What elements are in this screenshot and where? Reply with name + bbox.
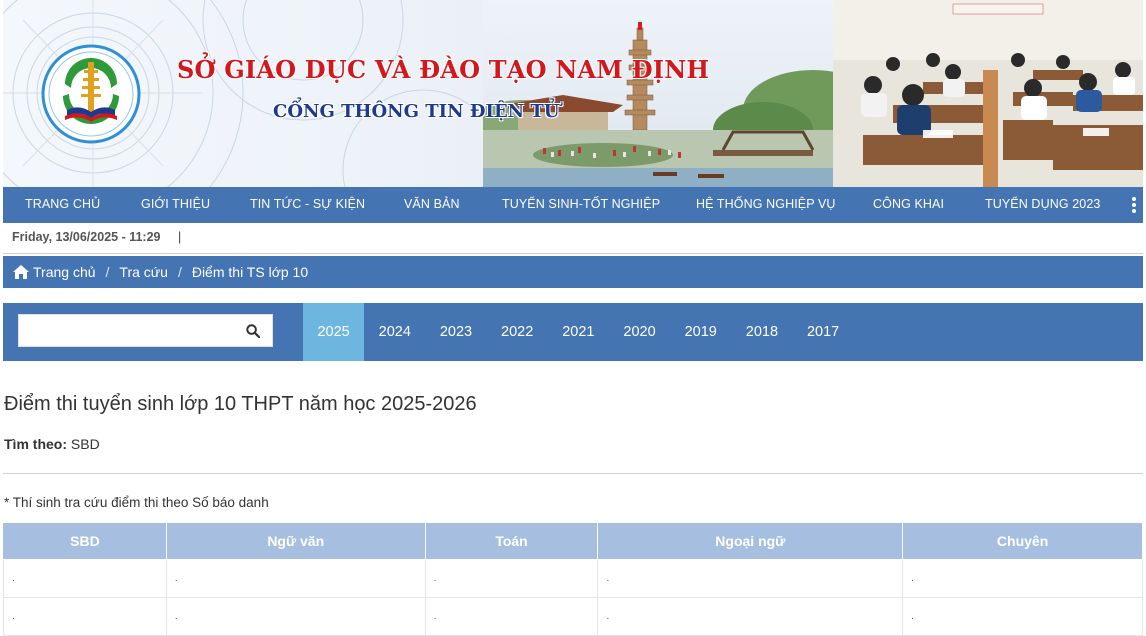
year-tab-2020[interactable]: 2020 [609, 303, 670, 361]
date-bar: Friday, 13/06/2025 - 11:29 | [12, 230, 181, 244]
table-cell: . [597, 597, 904, 636]
year-tab-2024[interactable]: 2024 [364, 303, 425, 361]
divider [3, 253, 1143, 254]
breadcrumb-tra-cuu[interactable]: Tra cứu [119, 264, 168, 280]
column-header-toan: Toán [424, 522, 599, 560]
main-navbar: TRANG CHỦ GIỚI THIỆU TIN TỨC - SỰ KIỆN V… [3, 187, 1143, 223]
breadcrumb-current[interactable]: Điểm thi TS lớp 10 [192, 264, 308, 280]
nav-item-trang-chu[interactable]: TRANG CHỦ [25, 197, 100, 211]
nav-item-tuyen-sinh-tot-nghiep[interactable]: TUYỂN SINH-TỐT NGHIỆP [502, 197, 660, 211]
divider [3, 473, 1143, 474]
find-by-label: Tìm theo: [4, 436, 67, 452]
site-title: SỞ GIÁO DỤC VÀ ĐÀO TẠO NAM ĐỊNH [177, 55, 710, 84]
table-cell: . [902, 597, 1143, 636]
table-row: . . . . . [3, 597, 1143, 636]
date-separator: | [177, 230, 182, 244]
table-header-row: SBD Ngữ văn Toán Ngoại ngữ Chuyên [3, 522, 1143, 560]
year-tab-2017[interactable]: 2017 [793, 303, 854, 361]
current-datetime: Friday, 13/06/2025 - 11:29 [12, 230, 161, 244]
vertical-ellipsis-icon[interactable] [1131, 195, 1137, 215]
table-cell: . [165, 559, 426, 598]
banner-pagoda-scene [483, 0, 883, 187]
year-tab-2021[interactable]: 2021 [548, 303, 609, 361]
site-banner: SỞ GIÁO DỤC VÀ ĐÀO TẠO NAM ĐỊNH CỔNG THÔ… [3, 0, 1143, 187]
search-panel: 2025 2024 2023 2022 2021 2020 2019 2018 … [3, 303, 1143, 361]
banner-classroom-photo [833, 0, 1143, 187]
column-header-chuyen: Chuyên [902, 522, 1143, 560]
column-header-ngu-van: Ngữ văn [165, 522, 426, 560]
year-tab-2022[interactable]: 2022 [487, 303, 548, 361]
nav-item-tin-tuc-su-kien[interactable]: TIN TỨC - SỰ KIỆN [250, 197, 365, 211]
results-table: SBD Ngữ văn Toán Ngoại ngữ Chuyên . . . … [3, 522, 1143, 636]
site-subtitle: CỔNG THÔNG TIN ĐIỆN TỬ [273, 101, 560, 122]
breadcrumb-separator: / [177, 264, 182, 280]
nav-item-van-ban[interactable]: VĂN BẢN [404, 197, 460, 211]
year-tab-2023[interactable]: 2023 [425, 303, 486, 361]
table-cell: . [902, 559, 1143, 598]
search-note: * Thí sinh tra cứu điểm thi theo Số báo … [4, 495, 269, 510]
table-row: . . . . . [3, 559, 1143, 598]
breadcrumb-separator: / [105, 264, 110, 280]
nav-item-tuyen-dung-2023[interactable]: TUYỂN DỤNG 2023 [985, 197, 1100, 211]
table-cell: . [165, 597, 426, 636]
find-by: Tìm theo: SBD [4, 436, 100, 452]
search-icon[interactable] [246, 324, 260, 338]
breadcrumb: Trang chủ / Tra cứu / Điểm thi TS lớp 10 [3, 256, 1143, 288]
nav-item-cong-khai[interactable]: CÔNG KHAI [873, 197, 944, 211]
table-cell: . [424, 559, 599, 598]
home-icon[interactable] [13, 265, 29, 279]
year-tab-2019[interactable]: 2019 [670, 303, 731, 361]
search-box [18, 314, 273, 347]
year-tab-2018[interactable]: 2018 [731, 303, 792, 361]
table-cell: . [424, 597, 599, 636]
site-logo [41, 44, 141, 144]
nav-item-he-thong-nghiep-vu[interactable]: HỆ THỐNG NGHIỆP VỤ [696, 197, 836, 211]
table-cell: . [597, 559, 904, 598]
year-tabs: 2025 2024 2023 2022 2021 2020 2019 2018 … [303, 303, 854, 361]
find-by-value: SBD [70, 436, 100, 452]
page-title: Điểm thi tuyển sinh lớp 10 THPT năm học … [4, 393, 477, 415]
nav-item-gioi-thieu[interactable]: GIỚI THIỆU [141, 197, 210, 211]
search-input[interactable] [19, 315, 234, 346]
breadcrumb-home[interactable]: Trang chủ [33, 264, 96, 280]
column-header-sbd: SBD [3, 522, 167, 560]
column-header-ngoai-ngu: Ngoại ngữ [597, 522, 904, 560]
year-tab-2025[interactable]: 2025 [303, 303, 365, 361]
table-cell: . [3, 597, 167, 636]
table-cell: . [3, 559, 167, 598]
